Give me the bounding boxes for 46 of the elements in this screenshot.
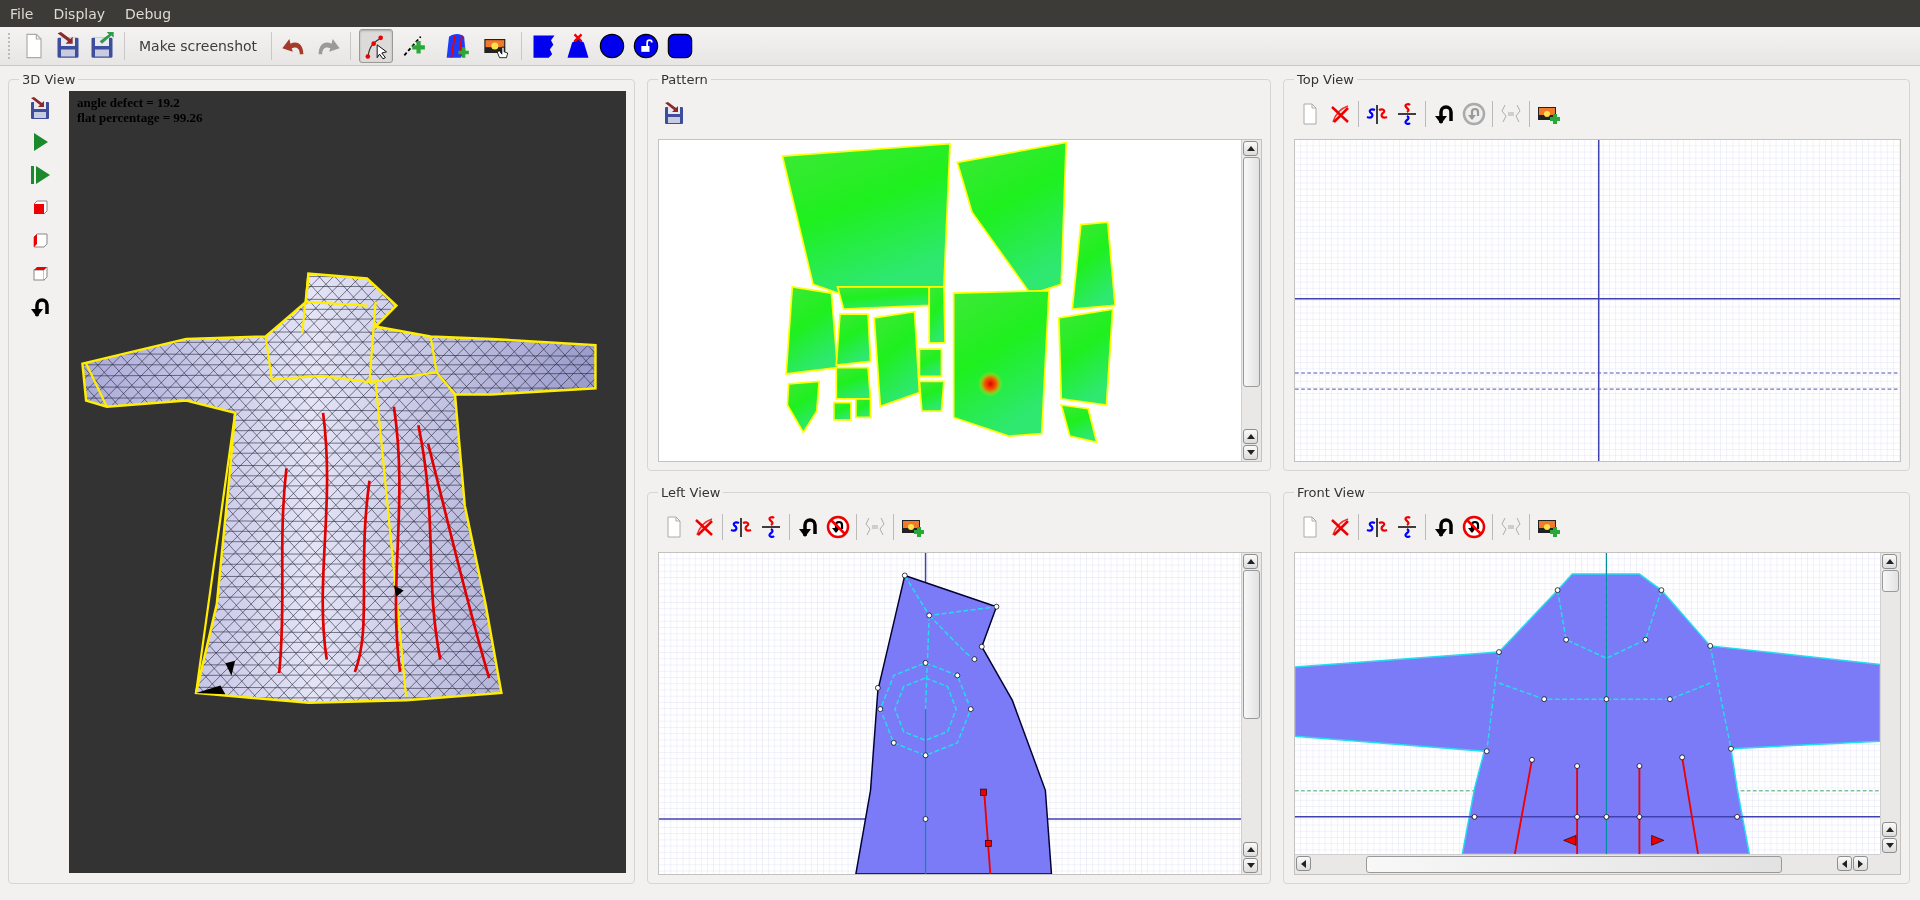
undo-arrow-icon[interactable] [28,295,52,319]
mirror-vertical-icon[interactable] [729,515,753,539]
scroll-left-button[interactable] [1837,856,1853,871]
vertical-scrollbar[interactable] [1241,140,1261,461]
scrollbar-thumb[interactable] [1882,570,1899,592]
scrollbar-corner [1880,854,1900,874]
panel-title: Front View [1296,485,1366,500]
scroll-up-button[interactable] [1243,429,1258,444]
scroll-down-button[interactable] [1243,858,1258,873]
panel-title: Top View [1296,72,1355,87]
save-icon[interactable] [28,97,52,121]
panel-title: Left View [660,485,722,500]
scrollbar-thumb[interactable] [1366,856,1783,873]
panel-title: 3D View [21,72,77,87]
mirror-horizontal-icon[interactable] [1395,515,1419,539]
mirror-vertical-icon[interactable] [1365,515,1389,539]
menu-item[interactable]: File [2,3,42,24]
undo-arrow-icon[interactable] [1432,102,1456,126]
menu-item[interactable]: Display [45,3,114,24]
panel-title: Pattern [660,72,709,87]
scrollbar-thumb[interactable] [1243,157,1260,387]
scroll-left-button[interactable] [1296,856,1311,871]
scroll-up-button[interactable] [1243,141,1258,156]
undo-arrow-icon[interactable] [1432,515,1456,539]
lock-circle-icon[interactable] [632,32,661,60]
make-screenshot-button[interactable]: Make screenshot [133,34,264,58]
undo-arrow-icon[interactable] [796,515,820,539]
scroll-up-button[interactable] [1882,822,1897,837]
mirror-horizontal-icon[interactable] [759,515,783,539]
scroll-down-button[interactable] [1243,445,1258,460]
scroll-right-button[interactable] [1853,856,1869,871]
scrollbar-thumb[interactable] [1243,570,1260,720]
vertical-scrollbar[interactable] [1241,553,1261,874]
mirror-vertical-icon[interactable] [1365,102,1389,126]
mirror-horizontal-icon[interactable] [1395,102,1419,126]
scroll-up-button[interactable] [1243,554,1258,569]
vertical-scrollbar[interactable] [1880,553,1900,854]
scroll-down-button[interactable] [1882,838,1897,853]
step-play-icon[interactable] [28,163,52,187]
scroll-up-button[interactable] [1882,554,1897,569]
scroll-up-button[interactable] [1243,842,1258,857]
menu-item[interactable]: Debug [117,3,180,24]
circle-icon[interactable] [598,32,627,60]
horizontal-scrollbar[interactable] [1295,854,1880,874]
save-icon[interactable] [662,102,686,126]
rounded-square-icon[interactable] [666,32,695,60]
